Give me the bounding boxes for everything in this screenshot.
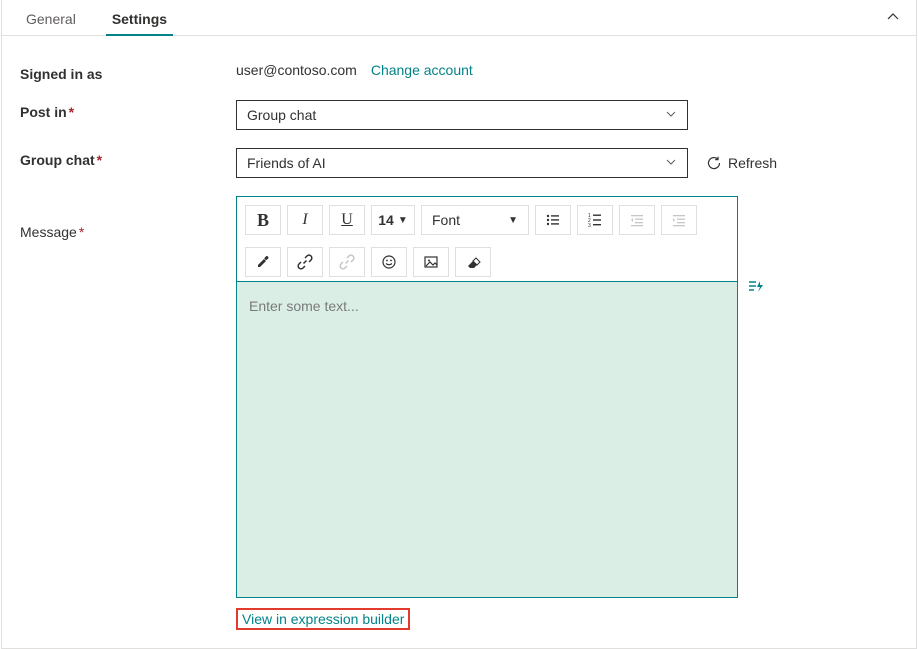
link-button[interactable]: [287, 247, 323, 277]
tab-general[interactable]: General: [20, 3, 82, 35]
bullet-list-icon: [545, 212, 561, 228]
font-size-select[interactable]: 14▼: [371, 205, 415, 235]
refresh-button[interactable]: Refresh: [706, 155, 777, 171]
indent-button[interactable]: [661, 205, 697, 235]
change-account-link[interactable]: Change account: [371, 62, 473, 78]
required-marker: *: [97, 152, 102, 168]
row-group-chat: Group chat* Friends of AI Refresh: [20, 148, 898, 178]
row-post-in: Post in* Group chat: [20, 100, 898, 130]
link-icon: [297, 254, 313, 270]
signed-in-email: user@contoso.com: [236, 62, 357, 78]
view-expression-builder-link[interactable]: View in expression builder: [236, 608, 410, 630]
chevron-up-icon: [886, 10, 900, 24]
row-signed-in: Signed in as user@contoso.com Change acc…: [20, 62, 898, 82]
unlink-icon: [339, 254, 355, 270]
lightning-icon: [747, 277, 765, 295]
row-message: Message* B I U 14▼ Font▼: [20, 196, 898, 630]
group-chat-value: Friends of AI: [247, 155, 326, 171]
bullet-list-button[interactable]: [535, 205, 571, 235]
chevron-down-icon: [665, 107, 677, 123]
emoji-button[interactable]: [371, 247, 407, 277]
message-textarea[interactable]: Enter some text...: [237, 281, 737, 597]
post-in-label: Post in*: [20, 100, 236, 120]
required-marker: *: [79, 224, 84, 240]
eraser-icon: [465, 254, 481, 270]
number-list-button[interactable]: 1 2 3: [577, 205, 613, 235]
editor-toolbar: B I U 14▼ Font▼: [237, 197, 737, 281]
bold-button[interactable]: B: [245, 205, 281, 235]
image-button[interactable]: [413, 247, 449, 277]
indent-icon: [671, 212, 687, 228]
italic-button[interactable]: I: [287, 205, 323, 235]
chevron-down-icon: [665, 155, 677, 171]
emoji-icon: [381, 254, 397, 270]
rich-text-editor: B I U 14▼ Font▼: [236, 196, 738, 598]
color-picker-button[interactable]: [245, 247, 281, 277]
group-chat-label: Group chat*: [20, 148, 236, 168]
form-body: Signed in as user@contoso.com Change acc…: [2, 36, 916, 648]
unlink-button[interactable]: [329, 247, 365, 277]
settings-panel: General Settings Signed in as user@conto…: [1, 0, 917, 649]
required-marker: *: [69, 104, 74, 120]
svg-text:3: 3: [588, 223, 591, 228]
font-name-select[interactable]: Font▼: [421, 205, 529, 235]
refresh-label: Refresh: [728, 155, 777, 171]
tab-settings[interactable]: Settings: [106, 3, 173, 35]
post-in-select[interactable]: Group chat: [236, 100, 688, 130]
outdent-icon: [629, 212, 645, 228]
post-in-value: Group chat: [247, 107, 316, 123]
refresh-icon: [706, 155, 722, 171]
number-list-icon: 1 2 3: [587, 212, 603, 228]
eraser-button[interactable]: [455, 247, 491, 277]
underline-button[interactable]: U: [329, 205, 365, 235]
collapse-panel-button[interactable]: [884, 8, 902, 26]
image-icon: [423, 254, 439, 270]
signed-in-label: Signed in as: [20, 62, 236, 82]
group-chat-select[interactable]: Friends of AI: [236, 148, 688, 178]
outdent-button[interactable]: [619, 205, 655, 235]
message-label: Message*: [20, 196, 236, 240]
dynamic-content-button[interactable]: [746, 276, 766, 296]
eyedropper-icon: [255, 254, 271, 270]
tab-strip: General Settings: [2, 0, 916, 36]
